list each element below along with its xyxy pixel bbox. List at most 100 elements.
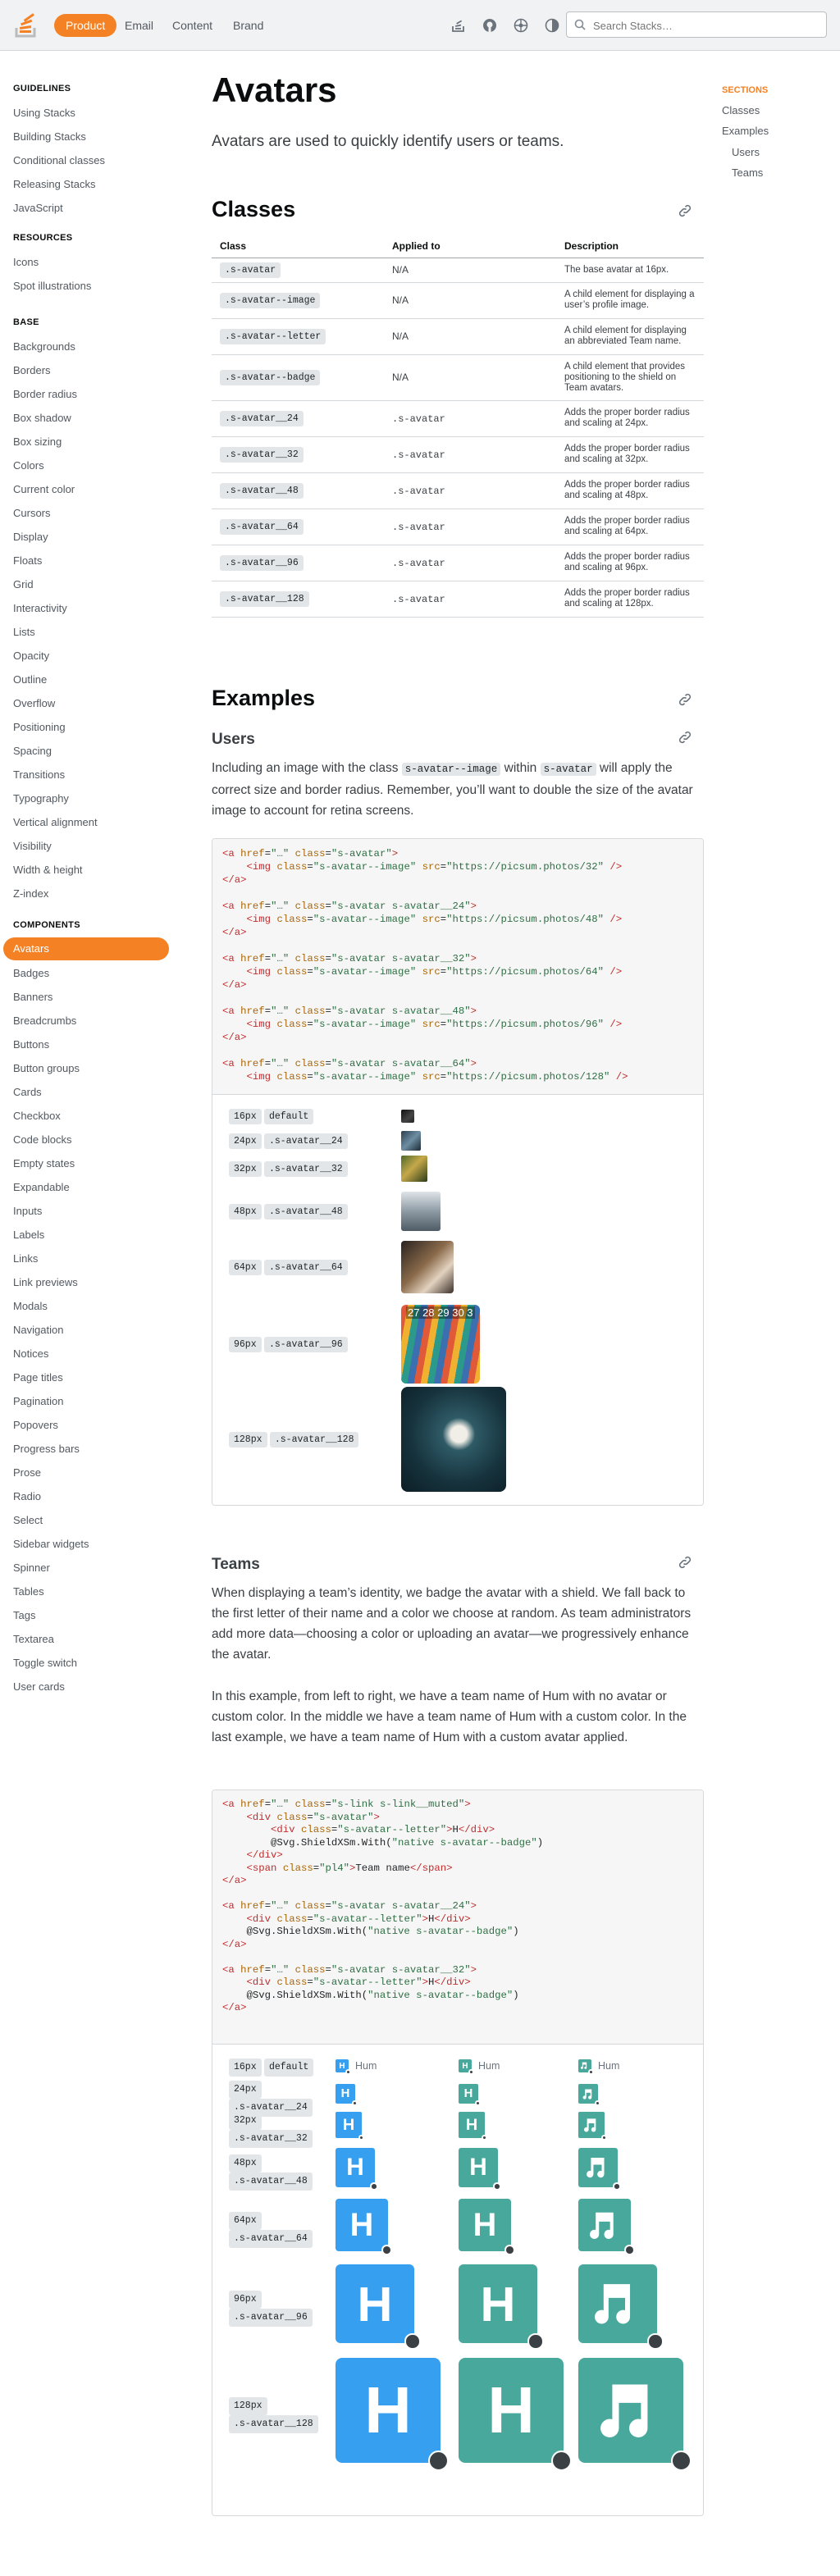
sidebar-item-spacing[interactable]: Spacing [13,745,52,757]
team-avatar[interactable]: H [336,2199,388,2251]
sidebar-item-borders[interactable]: Borders [13,364,51,376]
nav-tab-product[interactable]: Product [54,14,117,37]
sidebar-item-notices[interactable]: Notices [13,1347,48,1360]
user-avatar[interactable] [401,1192,441,1231]
sidebar-item-breadcrumbs[interactable]: Breadcrumbs [13,1014,76,1027]
sidebar-item-opacity[interactable]: Opacity [13,650,49,662]
toc-item-examples[interactable]: Examples [722,125,769,137]
team-avatar[interactable]: H [459,2264,537,2343]
link-icon[interactable] [678,1555,692,1570]
team-avatar-image[interactable] [578,2112,605,2138]
team-avatar[interactable]: H [459,2199,511,2251]
sidebar-item-icons[interactable]: Icons [13,256,39,268]
sidebar-item-page-titles[interactable]: Page titles [13,1371,63,1384]
sidebar-item-spinner[interactable]: Spinner [13,1562,50,1574]
sidebar-item-prose[interactable]: Prose [13,1466,41,1479]
sidebar-item-banners[interactable]: Banners [13,991,52,1003]
sidebar-item-colors[interactable]: Colors [13,459,44,472]
sidebar-item-cards[interactable]: Cards [13,1086,42,1098]
sidebar-item-sidebar-widgets[interactable]: Sidebar widgets [13,1538,89,1550]
sidebar-item-box-shadow[interactable]: Box shadow [13,412,71,424]
sidebar-item-overflow[interactable]: Overflow [13,697,55,709]
sidebar-item-releasing-stacks[interactable]: Releasing Stacks [13,178,95,190]
nav-tab-brand[interactable]: Brand [221,14,275,37]
sidebar-item-z-index[interactable]: Z-index [13,887,48,900]
user-avatar[interactable]: 27 28 29 30 3 [401,1305,480,1384]
link-icon[interactable] [678,692,692,707]
sidebar-item-buttons[interactable]: Buttons [13,1038,49,1051]
team-avatar[interactable]: H [336,2264,414,2343]
sidebar-item-popovers[interactable]: Popovers [13,1419,58,1431]
stack-overflow-icon[interactable] [450,16,468,34]
sidebar-item-inputs[interactable]: Inputs [13,1205,42,1217]
sidebar-item-toggle-switch[interactable]: Toggle switch [13,1657,77,1669]
link-icon[interactable] [678,203,692,218]
sidebar-item-radio[interactable]: Radio [13,1490,41,1502]
sidebar-item-user-cards[interactable]: User cards [13,1680,65,1693]
sidebar-item-empty-states[interactable]: Empty states [13,1157,75,1169]
sidebar-item-transitions[interactable]: Transitions [13,768,65,781]
sidebar-item-conditional-classes[interactable]: Conditional classes [13,154,105,166]
sidebar-item-navigation[interactable]: Navigation [13,1324,63,1336]
sidebar-item-current-color[interactable]: Current color [13,483,75,495]
sidebar-item-cursors[interactable]: Cursors [13,507,51,519]
team-avatar[interactable]: H [336,2112,362,2138]
team-avatar[interactable]: H [459,2148,498,2187]
nav-tab-content[interactable]: Content [161,14,224,37]
sidebar-item-tags[interactable]: Tags [13,1609,35,1621]
sidebar-item-tables[interactable]: Tables [13,1585,44,1598]
team-avatar-image[interactable] [578,2358,683,2463]
sidebar-item-labels[interactable]: Labels [13,1229,44,1241]
toc-item-classes[interactable]: Classes [722,104,760,116]
sidebar-item-lists[interactable]: Lists [13,626,35,638]
users-code-block[interactable]: <a href="…" class="s-avatar"> <img class… [212,839,703,1095]
sidebar-item-grid[interactable]: Grid [13,578,34,590]
sidebar-item-checkbox[interactable]: Checkbox [13,1110,61,1122]
sidebar-item-floats[interactable]: Floats [13,554,42,567]
sidebar-item-border-radius[interactable]: Border radius [13,388,77,400]
sidebar-item-pagination[interactable]: Pagination [13,1395,63,1407]
figma-icon[interactable] [512,16,530,34]
sidebar-item-visibility[interactable]: Visibility [13,840,52,852]
sidebar-item-badges[interactable]: Badges [13,967,49,979]
sidebar-item-javascript[interactable]: JavaScript [13,202,63,214]
sidebar-item-backgrounds[interactable]: Backgrounds [13,340,75,353]
sidebar-item-avatars[interactable]: Avatars [3,937,169,960]
sidebar-item-display[interactable]: Display [13,531,48,543]
team-avatar[interactable]: H [336,2148,375,2187]
team-avatar-image[interactable] [578,2148,618,2187]
user-avatar[interactable] [401,1241,454,1293]
search-input[interactable] [593,17,815,34]
team-avatar-image[interactable] [578,2199,631,2251]
github-icon[interactable] [481,16,499,34]
sidebar-item-progress-bars[interactable]: Progress bars [13,1443,80,1455]
sidebar-item-code-blocks[interactable]: Code blocks [13,1133,72,1146]
team-name[interactable]: Hum [355,2060,377,2072]
user-avatar[interactable] [401,1156,427,1182]
team-avatar[interactable]: H [459,2358,564,2463]
sidebar-item-textarea[interactable]: Textarea [13,1633,54,1645]
teams-code-block[interactable]: <a href="…" class="s-link s-link__muted"… [212,1790,703,2045]
sidebar-item-using-stacks[interactable]: Using Stacks [13,107,75,119]
sidebar-item-spot-illustrations[interactable]: Spot illustrations [13,280,91,292]
toc-item-teams[interactable]: Teams [732,166,763,179]
stacks-logo-icon[interactable] [11,10,41,39]
sidebar-item-button-groups[interactable]: Button groups [13,1062,80,1074]
sidebar-item-box-sizing[interactable]: Box sizing [13,435,62,448]
search-box[interactable] [566,11,827,38]
user-avatar[interactable] [401,1131,421,1151]
sidebar-item-typography[interactable]: Typography [13,792,69,805]
team-avatar[interactable]: H [459,2112,485,2138]
sidebar-item-links[interactable]: Links [13,1252,38,1265]
sidebar-item-modals[interactable]: Modals [13,1300,48,1312]
sidebar-item-vertical-alignment[interactable]: Vertical alignment [13,816,98,828]
user-avatar[interactable] [401,1387,506,1492]
link-icon[interactable] [678,730,692,745]
sidebar-item-expandable[interactable]: Expandable [13,1181,70,1193]
team-avatar-image[interactable] [578,2264,657,2343]
sidebar-item-select[interactable]: Select [13,1514,43,1526]
toc-item-users[interactable]: Users [732,146,760,158]
sidebar-item-interactivity[interactable]: Interactivity [13,602,67,614]
theme-toggle-icon[interactable] [543,16,561,34]
sidebar-item-outline[interactable]: Outline [13,673,47,686]
